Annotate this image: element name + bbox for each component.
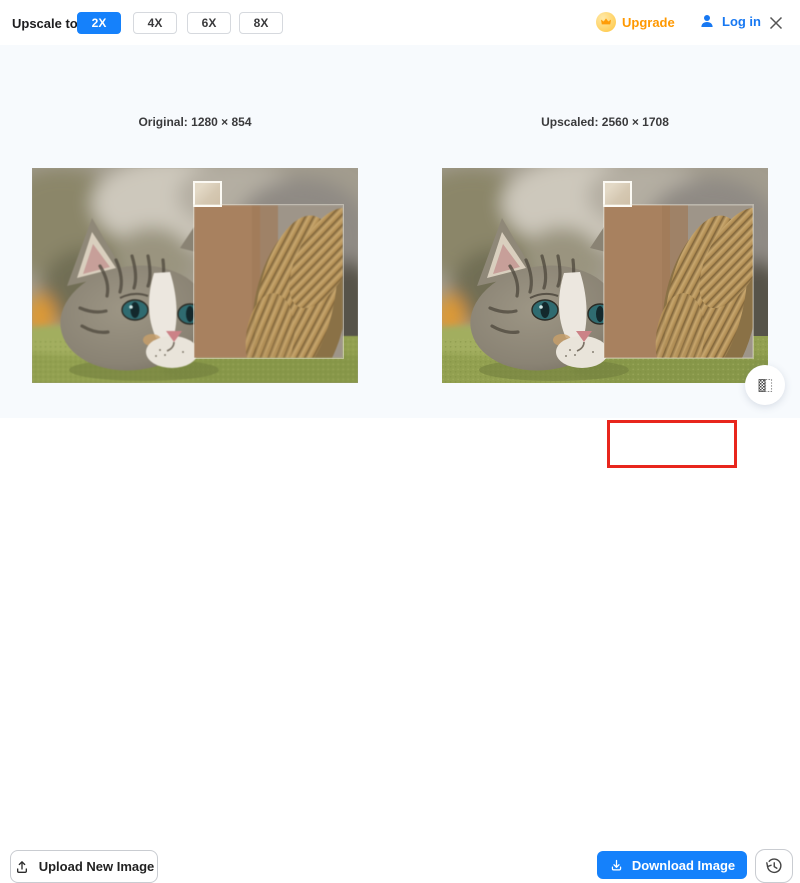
scale-option-2x[interactable]: 2X <box>77 12 121 34</box>
upload-new-image-button[interactable]: Upload New Image <box>10 850 158 883</box>
compare-toggle-button[interactable] <box>745 365 785 405</box>
upload-icon <box>14 859 30 875</box>
zoom-preview-original[interactable] <box>194 205 343 358</box>
user-icon <box>698 12 716 30</box>
compare-icon <box>757 377 774 394</box>
upgrade-label: Upgrade <box>622 15 675 30</box>
login-label: Log in <box>722 14 761 29</box>
upscale-to-label: Upscale to: <box>12 16 82 31</box>
close-button[interactable] <box>764 11 788 35</box>
bottom-bar: Upload New Image Download Image <box>0 418 800 476</box>
upscaled-image <box>442 168 768 383</box>
upscaled-size-label: Upscaled: 2560 × 1708 <box>442 115 768 129</box>
upgrade-button[interactable]: Upgrade <box>596 12 675 32</box>
upload-button-label: Upload New Image <box>39 859 155 874</box>
comparison-area: Original: 1280 × 854 Upscaled: 2560 × 17… <box>0 45 800 418</box>
zoom-preview-upscaled[interactable] <box>604 205 753 358</box>
original-image <box>32 168 358 383</box>
top-toolbar: Upscale to: 2X 4X 6X 8X Upgrade Log in <box>0 0 800 45</box>
login-button[interactable]: Log in <box>698 12 761 30</box>
download-icon <box>609 858 624 873</box>
scale-option-8x[interactable]: 8X <box>239 12 283 34</box>
original-size-label: Original: 1280 × 854 <box>32 115 358 129</box>
zoom-region-handle[interactable] <box>603 181 632 207</box>
crown-icon <box>596 12 616 32</box>
download-image-button[interactable]: Download Image <box>597 851 747 879</box>
history-icon <box>764 856 784 876</box>
close-icon <box>768 15 784 31</box>
scale-option-6x[interactable]: 6X <box>187 12 231 34</box>
download-button-label: Download Image <box>632 858 735 873</box>
zoom-region-handle[interactable] <box>193 181 222 207</box>
scale-option-4x[interactable]: 4X <box>133 12 177 34</box>
history-button[interactable] <box>755 849 793 883</box>
